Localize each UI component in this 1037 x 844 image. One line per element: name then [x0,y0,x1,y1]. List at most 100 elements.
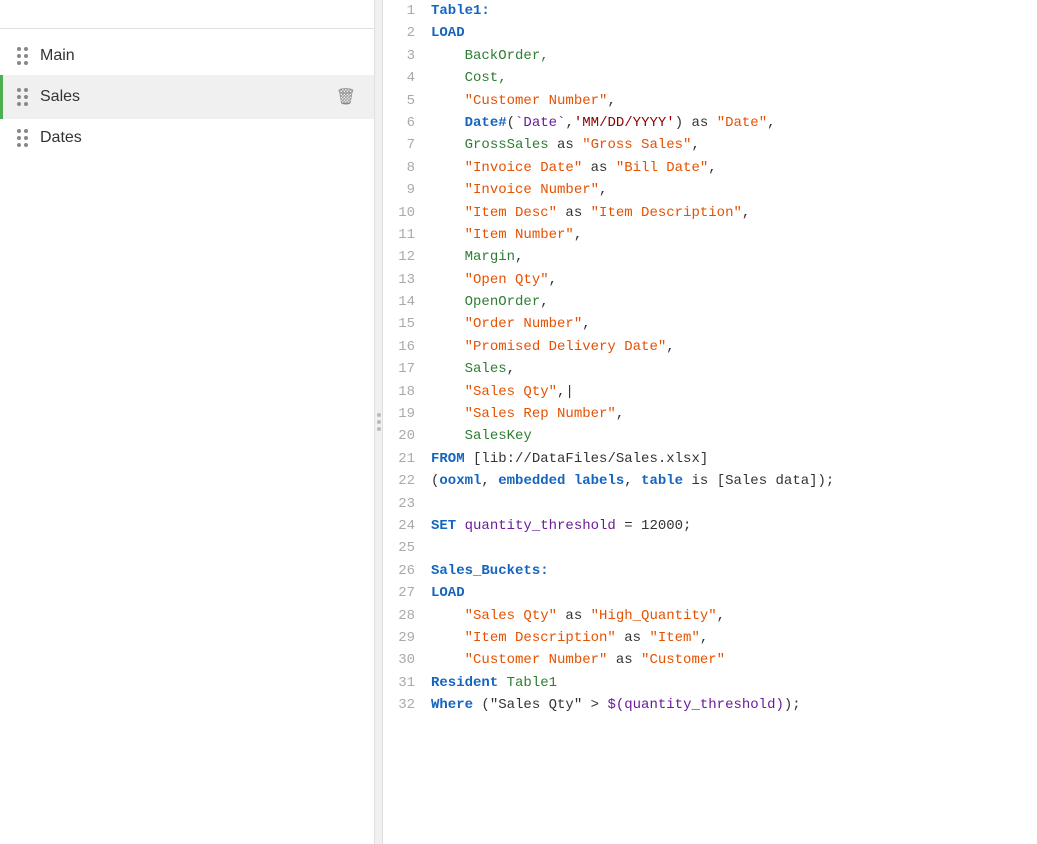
line-number: 16 [383,336,431,358]
line-content[interactable]: "Invoice Number", [431,179,1037,201]
line-content[interactable]: Cost, [431,67,1037,89]
line-number: 5 [383,90,431,112]
line-content[interactable]: "Item Desc" as "Item Description", [431,202,1037,224]
line-content[interactable]: Date#(`Date`,'MM/DD/YYYY') as "Date", [431,112,1037,134]
code-line: 13 "Open Qty", [383,269,1037,291]
resize-dots [377,413,381,431]
line-number: 22 [383,470,431,492]
line-content[interactable]: "Customer Number" as "Customer" [431,649,1037,671]
line-number: 18 [383,381,431,403]
code-line: 17 Sales, [383,358,1037,380]
line-content[interactable]: Where ("Sales Qty" > $(quantity_threshol… [431,694,1037,716]
code-line: 10 "Item Desc" as "Item Description", [383,202,1037,224]
line-content[interactable]: "Customer Number", [431,90,1037,112]
code-line: 27LOAD [383,582,1037,604]
code-line: 3 BackOrder, [383,45,1037,67]
sidebar-item-dates[interactable]: Dates [0,119,374,157]
line-number: 9 [383,179,431,201]
line-content[interactable]: "Item Number", [431,224,1037,246]
line-number: 7 [383,134,431,156]
line-content[interactable]: SalesKey [431,425,1037,447]
line-number: 27 [383,582,431,604]
line-content[interactable] [431,537,1037,559]
delete-section-button[interactable]: 🗑 [332,85,360,109]
code-line: 4 Cost, [383,67,1037,89]
line-content[interactable]: Table1: [431,0,1037,22]
code-line: 12 Margin, [383,246,1037,268]
sidebar-header [0,0,374,29]
line-content[interactable]: Sales_Buckets: [431,560,1037,582]
line-number: 4 [383,67,431,89]
code-line: 11 "Item Number", [383,224,1037,246]
code-line: 8 "Invoice Date" as "Bill Date", [383,157,1037,179]
line-number: 11 [383,224,431,246]
line-number: 25 [383,537,431,559]
line-content[interactable]: "Order Number", [431,313,1037,335]
code-line: 22(ooxml, embedded labels, table is [Sal… [383,470,1037,492]
code-line: 32Where ("Sales Qty" > $(quantity_thresh… [383,694,1037,716]
resize-dot [377,420,381,424]
code-line: 29 "Item Description" as "Item", [383,627,1037,649]
line-content[interactable]: "Invoice Date" as "Bill Date", [431,157,1037,179]
line-number: 12 [383,246,431,268]
line-content[interactable]: OpenOrder, [431,291,1037,313]
line-content[interactable]: Margin, [431,246,1037,268]
line-content[interactable]: "Open Qty", [431,269,1037,291]
sidebar-item-label: Main [40,47,360,65]
code-line: 25 [383,537,1037,559]
line-number: 21 [383,448,431,470]
code-line: 23 [383,493,1037,515]
code-line: 9 "Invoice Number", [383,179,1037,201]
code-line: 19 "Sales Rep Number", [383,403,1037,425]
drag-handle-icon [17,129,28,147]
code-line: 20 SalesKey [383,425,1037,447]
line-number: 15 [383,313,431,335]
add-section-button[interactable] [346,14,358,18]
code-line: 31Resident Table1 [383,672,1037,694]
drag-handle-icon [17,47,28,65]
line-number: 31 [383,672,431,694]
line-content[interactable]: FROM [lib://DataFiles/Sales.xlsx] [431,448,1037,470]
line-content[interactable]: SET quantity_threshold = 12000; [431,515,1037,537]
line-content[interactable]: "Item Description" as "Item", [431,627,1037,649]
line-content[interactable]: LOAD [431,22,1037,44]
code-line: 7 GrossSales as "Gross Sales", [383,134,1037,156]
line-number: 23 [383,493,431,515]
line-content[interactable]: "Promised Delivery Date", [431,336,1037,358]
code-line: 16 "Promised Delivery Date", [383,336,1037,358]
code-line: 6 Date#(`Date`,'MM/DD/YYYY') as "Date", [383,112,1037,134]
line-number: 17 [383,358,431,380]
line-number: 14 [383,291,431,313]
code-lines: 1Table1:2LOAD3 BackOrder,4 Cost,5 "Custo… [383,0,1037,717]
code-line: 1Table1: [383,0,1037,22]
line-number: 32 [383,694,431,716]
line-content[interactable]: Resident Table1 [431,672,1037,694]
code-line: 18 "Sales Qty",| [383,381,1037,403]
line-content[interactable] [431,493,1037,515]
line-content[interactable]: (ooxml, embedded labels, table is [Sales… [431,470,1037,492]
line-content[interactable]: BackOrder, [431,45,1037,67]
line-number: 26 [383,560,431,582]
line-content[interactable]: Sales, [431,358,1037,380]
code-line: 21FROM [lib://DataFiles/Sales.xlsx] [383,448,1037,470]
line-number: 30 [383,649,431,671]
line-number: 20 [383,425,431,447]
resize-dot [377,427,381,431]
resize-handle[interactable] [375,0,383,844]
resize-dot [377,413,381,417]
line-content[interactable]: "Sales Rep Number", [431,403,1037,425]
line-content[interactable]: GrossSales as "Gross Sales", [431,134,1037,156]
sidebar-items-list: Main Sales🗑Dates [0,29,374,844]
drag-handle-icon [17,88,28,106]
sidebar-item-main[interactable]: Main [0,37,374,75]
code-line: 15 "Order Number", [383,313,1037,335]
line-content[interactable]: "Sales Qty",| [431,381,1037,403]
line-content[interactable]: "Sales Qty" as "High_Quantity", [431,605,1037,627]
code-line: 26Sales_Buckets: [383,560,1037,582]
sidebar-item-sales[interactable]: Sales🗑 [0,75,374,119]
line-number: 19 [383,403,431,425]
code-editor[interactable]: 1Table1:2LOAD3 BackOrder,4 Cost,5 "Custo… [383,0,1037,844]
code-line: 24SET quantity_threshold = 12000; [383,515,1037,537]
line-number: 6 [383,112,431,134]
line-content[interactable]: LOAD [431,582,1037,604]
